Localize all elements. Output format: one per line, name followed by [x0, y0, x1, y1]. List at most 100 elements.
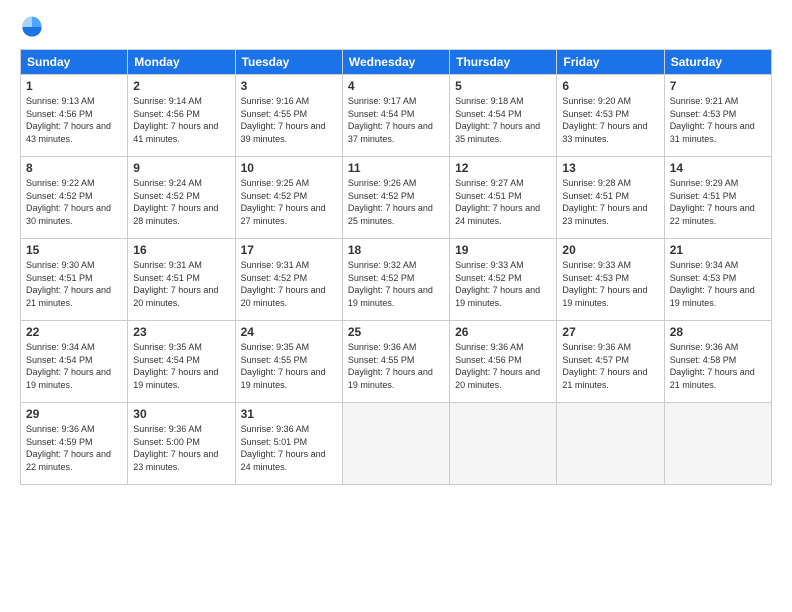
weekday-header: Wednesday	[342, 50, 449, 75]
day-number: 19	[455, 243, 551, 257]
calendar-day-cell: 31 Sunrise: 9:36 AMSunset: 5:01 PMDayligh…	[235, 403, 342, 485]
day-info: Sunrise: 9:34 AMSunset: 4:54 PMDaylight:…	[26, 342, 111, 390]
day-info: Sunrise: 9:29 AMSunset: 4:51 PMDaylight:…	[670, 178, 755, 226]
day-number: 24	[241, 325, 337, 339]
header	[20, 15, 772, 39]
day-info: Sunrise: 9:14 AMSunset: 4:56 PMDaylight:…	[133, 96, 218, 144]
calendar-week-row: 8 Sunrise: 9:22 AMSunset: 4:52 PMDaylight…	[21, 157, 772, 239]
day-number: 20	[562, 243, 658, 257]
calendar-day-cell	[450, 403, 557, 485]
calendar-day-cell: 8 Sunrise: 9:22 AMSunset: 4:52 PMDaylight…	[21, 157, 128, 239]
calendar-day-cell: 25 Sunrise: 9:36 AMSunset: 4:55 PMDayligh…	[342, 321, 449, 403]
day-number: 18	[348, 243, 444, 257]
day-number: 21	[670, 243, 766, 257]
day-info: Sunrise: 9:33 AMSunset: 4:52 PMDaylight:…	[455, 260, 540, 308]
day-number: 2	[133, 79, 229, 93]
weekday-header: Tuesday	[235, 50, 342, 75]
calendar-week-row: 22 Sunrise: 9:34 AMSunset: 4:54 PMDayligh…	[21, 321, 772, 403]
calendar-day-cell	[557, 403, 664, 485]
calendar-day-cell: 30Sunrise: 9:36 AMSunset: 5:00 PMDayligh…	[128, 403, 235, 485]
day-info: Sunrise: 9:36 AMSunset: 4:58 PMDaylight:…	[670, 342, 755, 390]
calendar-week-row: 15 Sunrise: 9:30 AMSunset: 4:51 PMDayligh…	[21, 239, 772, 321]
calendar-day-cell: 23Sunrise: 9:35 AMSunset: 4:54 PMDayligh…	[128, 321, 235, 403]
calendar-day-cell: 22 Sunrise: 9:34 AMSunset: 4:54 PMDayligh…	[21, 321, 128, 403]
day-number: 17	[241, 243, 337, 257]
day-info: Sunrise: 9:20 AMSunset: 4:53 PMDaylight:…	[562, 96, 647, 144]
calendar-day-cell	[664, 403, 771, 485]
calendar-day-cell: 10 Sunrise: 9:25 AMSunset: 4:52 PMDayligh…	[235, 157, 342, 239]
day-info: Sunrise: 9:24 AMSunset: 4:52 PMDaylight:…	[133, 178, 218, 226]
calendar-day-cell: 24 Sunrise: 9:35 AMSunset: 4:55 PMDayligh…	[235, 321, 342, 403]
day-info: Sunrise: 9:34 AMSunset: 4:53 PMDaylight:…	[670, 260, 755, 308]
day-info: Sunrise: 9:18 AMSunset: 4:54 PMDaylight:…	[455, 96, 540, 144]
day-info: Sunrise: 9:30 AMSunset: 4:51 PMDaylight:…	[26, 260, 111, 308]
day-info: Sunrise: 9:36 AMSunset: 4:55 PMDaylight:…	[348, 342, 433, 390]
day-info: Sunrise: 9:36 AMSunset: 5:01 PMDaylight:…	[241, 424, 326, 472]
day-number: 28	[670, 325, 766, 339]
calendar-day-cell: 3 Sunrise: 9:16 AMSunset: 4:55 PMDaylight…	[235, 75, 342, 157]
day-info: Sunrise: 9:17 AMSunset: 4:54 PMDaylight:…	[348, 96, 433, 144]
day-info: Sunrise: 9:13 AMSunset: 4:56 PMDaylight:…	[26, 96, 111, 144]
day-number: 26	[455, 325, 551, 339]
calendar: SundayMondayTuesdayWednesdayThursdayFrid…	[20, 49, 772, 485]
day-info: Sunrise: 9:21 AMSunset: 4:53 PMDaylight:…	[670, 96, 755, 144]
day-number: 27	[562, 325, 658, 339]
calendar-day-cell: 18 Sunrise: 9:32 AMSunset: 4:52 PMDayligh…	[342, 239, 449, 321]
day-info: Sunrise: 9:26 AMSunset: 4:52 PMDaylight:…	[348, 178, 433, 226]
calendar-day-cell: 19 Sunrise: 9:33 AMSunset: 4:52 PMDayligh…	[450, 239, 557, 321]
day-number: 9	[133, 161, 229, 175]
calendar-week-row: 29Sunrise: 9:36 AMSunset: 4:59 PMDayligh…	[21, 403, 772, 485]
day-info: Sunrise: 9:35 AMSunset: 4:54 PMDaylight:…	[133, 342, 218, 390]
calendar-day-cell: 1 Sunrise: 9:13 AMSunset: 4:56 PMDaylight…	[21, 75, 128, 157]
day-number: 11	[348, 161, 444, 175]
day-info: Sunrise: 9:28 AMSunset: 4:51 PMDaylight:…	[562, 178, 647, 226]
calendar-day-cell	[342, 403, 449, 485]
calendar-day-cell: 6 Sunrise: 9:20 AMSunset: 4:53 PMDaylight…	[557, 75, 664, 157]
day-number: 12	[455, 161, 551, 175]
day-number: 1	[26, 79, 122, 93]
day-number: 31	[241, 407, 337, 421]
day-number: 15	[26, 243, 122, 257]
calendar-day-cell: 27 Sunrise: 9:36 AMSunset: 4:57 PMDayligh…	[557, 321, 664, 403]
day-number: 13	[562, 161, 658, 175]
day-info: Sunrise: 9:32 AMSunset: 4:52 PMDaylight:…	[348, 260, 433, 308]
calendar-day-cell: 12 Sunrise: 9:27 AMSunset: 4:51 PMDayligh…	[450, 157, 557, 239]
logo-icon	[20, 15, 44, 39]
day-info: Sunrise: 9:27 AMSunset: 4:51 PMDaylight:…	[455, 178, 540, 226]
day-number: 8	[26, 161, 122, 175]
calendar-day-cell: 28 Sunrise: 9:36 AMSunset: 4:58 PMDayligh…	[664, 321, 771, 403]
day-number: 5	[455, 79, 551, 93]
calendar-day-cell: 11 Sunrise: 9:26 AMSunset: 4:52 PMDayligh…	[342, 157, 449, 239]
day-number: 6	[562, 79, 658, 93]
day-number: 3	[241, 79, 337, 93]
calendar-day-cell: 14 Sunrise: 9:29 AMSunset: 4:51 PMDayligh…	[664, 157, 771, 239]
calendar-week-row: 1 Sunrise: 9:13 AMSunset: 4:56 PMDaylight…	[21, 75, 772, 157]
calendar-day-cell: 7Sunrise: 9:21 AMSunset: 4:53 PMDaylight…	[664, 75, 771, 157]
day-info: Sunrise: 9:33 AMSunset: 4:53 PMDaylight:…	[562, 260, 647, 308]
day-info: Sunrise: 9:25 AMSunset: 4:52 PMDaylight:…	[241, 178, 326, 226]
calendar-day-cell: 15 Sunrise: 9:30 AMSunset: 4:51 PMDayligh…	[21, 239, 128, 321]
calendar-day-cell: 2 Sunrise: 9:14 AMSunset: 4:56 PMDaylight…	[128, 75, 235, 157]
page: SundayMondayTuesdayWednesdayThursdayFrid…	[0, 0, 792, 612]
weekday-header: Friday	[557, 50, 664, 75]
day-info: Sunrise: 9:35 AMSunset: 4:55 PMDaylight:…	[241, 342, 326, 390]
calendar-day-cell: 13 Sunrise: 9:28 AMSunset: 4:51 PMDayligh…	[557, 157, 664, 239]
day-info: Sunrise: 9:16 AMSunset: 4:55 PMDaylight:…	[241, 96, 326, 144]
day-number: 25	[348, 325, 444, 339]
calendar-day-cell: 20 Sunrise: 9:33 AMSunset: 4:53 PMDayligh…	[557, 239, 664, 321]
calendar-day-cell: 26Sunrise: 9:36 AMSunset: 4:56 PMDayligh…	[450, 321, 557, 403]
day-number: 14	[670, 161, 766, 175]
day-number: 10	[241, 161, 337, 175]
day-info: Sunrise: 9:22 AMSunset: 4:52 PMDaylight:…	[26, 178, 111, 226]
weekday-header: Saturday	[664, 50, 771, 75]
day-info: Sunrise: 9:31 AMSunset: 4:51 PMDaylight:…	[133, 260, 218, 308]
day-info: Sunrise: 9:36 AMSunset: 4:57 PMDaylight:…	[562, 342, 647, 390]
calendar-day-cell: 5 Sunrise: 9:18 AMSunset: 4:54 PMDaylight…	[450, 75, 557, 157]
calendar-day-cell: 4 Sunrise: 9:17 AMSunset: 4:54 PMDaylight…	[342, 75, 449, 157]
day-number: 30	[133, 407, 229, 421]
day-number: 22	[26, 325, 122, 339]
day-number: 4	[348, 79, 444, 93]
weekday-header: Sunday	[21, 50, 128, 75]
day-info: Sunrise: 9:36 AMSunset: 4:59 PMDaylight:…	[26, 424, 111, 472]
calendar-day-cell: 9 Sunrise: 9:24 AMSunset: 4:52 PMDaylight…	[128, 157, 235, 239]
